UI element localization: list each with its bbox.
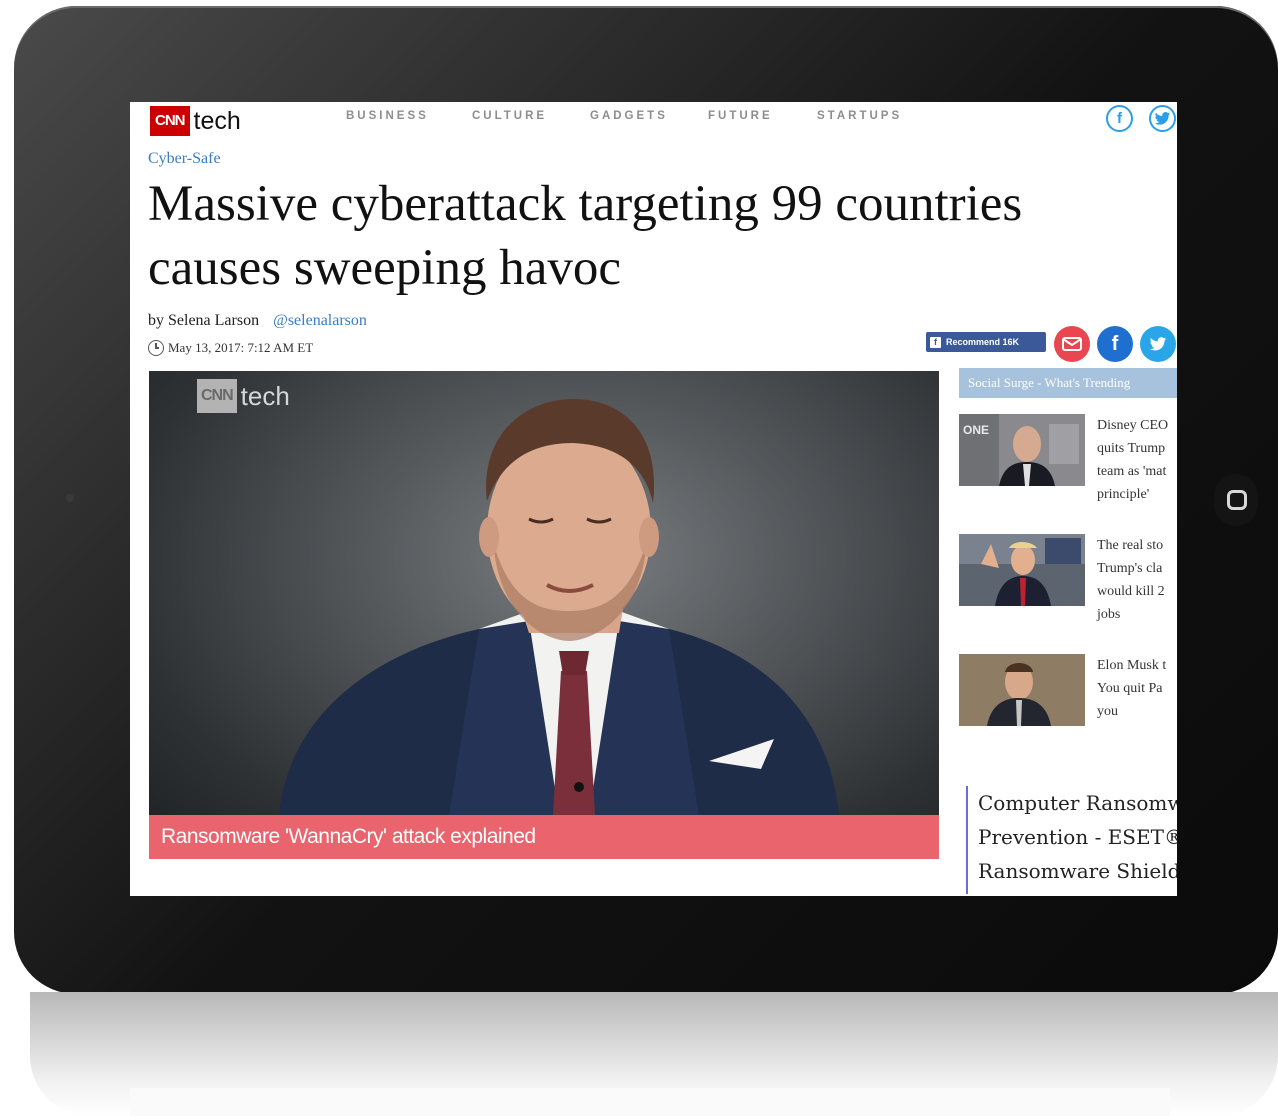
nav-future[interactable]: FUTURE — [708, 110, 773, 122]
story-line: principle' — [1097, 487, 1150, 502]
video-watermark-logo: CNN tech — [197, 379, 290, 413]
nav-startups[interactable]: STARTUPS — [817, 110, 902, 122]
author-name: by Selena Larson — [148, 312, 260, 329]
twitter-share-icon[interactable] — [1140, 326, 1176, 362]
trending-heading: Social Surge - What's Trending — [959, 368, 1177, 398]
story-line: team as 'mat — [1097, 464, 1167, 479]
svg-text:ONE: ONE — [963, 423, 989, 437]
home-button-icon — [1227, 490, 1247, 510]
byline: by Selena Larson @selenalarson — [148, 312, 367, 330]
ad-line: Ransomware Shield — [978, 859, 1177, 883]
story-line: Disney CEO — [1097, 418, 1169, 433]
story-line: would kill 2 — [1097, 584, 1165, 599]
trending-story[interactable]: Elon Musk t You quit Pa you — [959, 654, 1177, 750]
cnn-logo: CNN — [150, 106, 190, 136]
author-handle-link[interactable]: @selenalarson — [273, 312, 367, 329]
story-headline[interactable]: Elon Musk t You quit Pa you — [1097, 654, 1177, 723]
story-headline[interactable]: Disney CEO quits Trump team as 'mat prin… — [1097, 414, 1177, 506]
story-thumbnail[interactable]: ONE — [959, 414, 1085, 486]
section-link[interactable]: Cyber-Safe — [148, 150, 221, 168]
video-caption[interactable]: Ransomware 'WannaCry' attack explained — [149, 815, 939, 859]
video-tech-wordmark: tech — [240, 380, 290, 411]
clock-icon — [148, 340, 164, 356]
story-line: jobs — [1097, 607, 1121, 622]
ad-line: Prevention - ESET® — [978, 825, 1177, 849]
nav-business[interactable]: BUSINESS — [346, 110, 429, 122]
tech-wordmark: tech — [193, 107, 241, 135]
headline-line-2: causes sweeping havoc — [148, 240, 621, 296]
story-line: You quit Pa — [1097, 681, 1163, 696]
story-line: Elon Musk t — [1097, 658, 1167, 673]
email-icon[interactable] — [1054, 326, 1090, 362]
story-line: Trump's cla — [1097, 561, 1163, 576]
story-thumbnail[interactable] — [959, 534, 1085, 606]
trending-story[interactable]: ONE Disney CEO quits Trump team as 'mat … — [959, 414, 1177, 510]
video-player[interactable]: CNN tech Ransomware 'WannaCry' attack ex… — [149, 371, 939, 859]
facebook-icon: f — [930, 336, 941, 348]
story-thumbnail[interactable] — [959, 654, 1085, 726]
story-line: quits Trump — [1097, 441, 1166, 456]
headline-line-1: Massive cyberattack targeting 99 countri… — [148, 176, 1023, 232]
facebook-icon[interactable]: f — [1106, 105, 1133, 132]
dateline: May 13, 2017: 7:12 AM ET — [148, 340, 313, 356]
browser-screen: CNN tech BUSINESS CULTURE GADGETS FUTURE… — [130, 102, 1177, 896]
article-headline: Massive cyberattack targeting 99 countri… — [148, 172, 1148, 300]
trending-story[interactable]: The real sto Trump's cla would kill 2 jo… — [959, 534, 1177, 630]
camera-icon — [66, 494, 74, 502]
cnn-tech-logo[interactable]: CNN tech — [150, 106, 241, 136]
facebook-share-icon[interactable]: f — [1097, 326, 1133, 362]
publish-date: May 13, 2017: 7:12 AM ET — [168, 340, 314, 355]
story-line: you — [1097, 704, 1118, 719]
nav-culture[interactable]: CULTURE — [472, 110, 547, 122]
recommend-label: Recommend 16K — [946, 337, 1020, 347]
recommend-button[interactable]: f Recommend 16K — [926, 332, 1046, 352]
ad-line: Computer Ransomw — [978, 791, 1177, 815]
video-cnn-logo: CNN — [197, 379, 237, 413]
reflection-highlight — [130, 1088, 1170, 1116]
video-frame-image — [279, 399, 839, 815]
ad-block[interactable]: Computer Ransomw Prevention - ESET® Rans… — [966, 786, 1177, 894]
story-headline[interactable]: The real sto Trump's cla would kill 2 jo… — [1097, 534, 1177, 626]
twitter-icon[interactable] — [1149, 105, 1176, 132]
story-line: The real sto — [1097, 538, 1164, 553]
nav-gadgets[interactable]: GADGETS — [590, 110, 668, 122]
